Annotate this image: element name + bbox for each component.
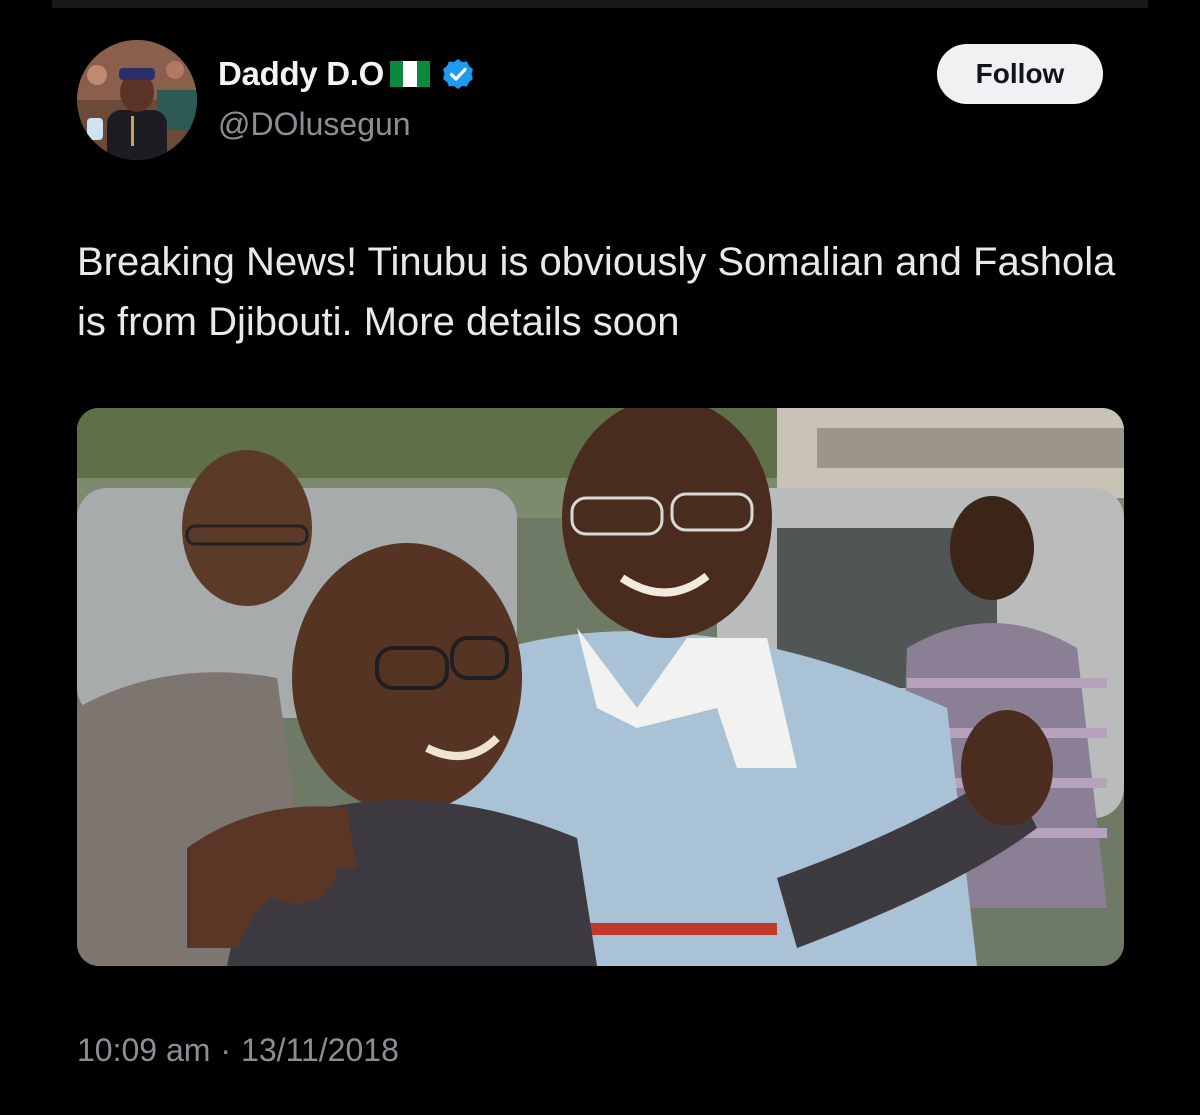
avatar[interactable] [77, 40, 197, 160]
tweet-text: Breaking News! Tinubu is obviously Somal… [77, 240, 1116, 344]
timestamp-separator: · [220, 1032, 232, 1068]
nigeria-flag-icon [388, 59, 432, 89]
follow-button[interactable]: Follow [937, 44, 1103, 104]
tweet-photo[interactable] [77, 408, 1124, 966]
tweet-date: 13/11/2018 [241, 1032, 399, 1068]
previous-card-edge [52, 0, 1148, 8]
user-handle[interactable]: @DOlusegun [218, 106, 411, 143]
tweet-time: 10:09 am [77, 1032, 211, 1068]
verified-badge-icon[interactable] [442, 58, 474, 90]
tweet-timestamp[interactable]: 10:09 am · 13/11/2018 [77, 1032, 399, 1069]
display-name[interactable]: Daddy D.O [218, 55, 384, 93]
